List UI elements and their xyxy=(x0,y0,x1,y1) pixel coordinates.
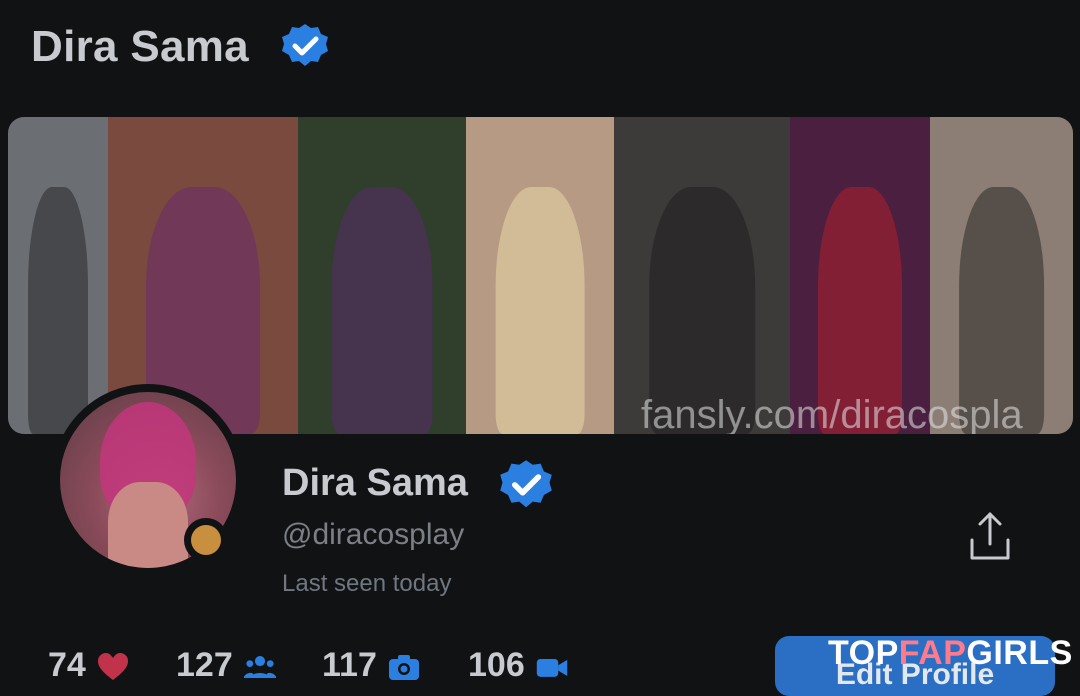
last-seen-text: Last seen today xyxy=(282,570,452,597)
banner-watermark: fansly.com/diracospla xyxy=(641,393,1023,434)
logo-part-fap: FAP xyxy=(898,634,967,672)
share-icon[interactable] xyxy=(968,510,1012,562)
stat-subscribers-count: 127 xyxy=(176,646,233,684)
stat-videos-count: 106 xyxy=(468,646,525,684)
top-bar: Dira Sama xyxy=(0,0,1080,112)
page-title: Dira Sama xyxy=(31,22,249,71)
verified-badge-icon xyxy=(500,460,552,508)
banner-panel xyxy=(8,117,108,434)
verified-badge-icon xyxy=(282,24,328,66)
status-indicator xyxy=(191,525,221,555)
stat-videos[interactable]: 106 xyxy=(468,646,569,686)
stat-likes-count: 74 xyxy=(48,646,86,684)
stat-photos-count: 117 xyxy=(322,646,377,684)
banner-panel xyxy=(930,117,1073,434)
avatar-figure xyxy=(108,482,188,568)
banner-panel xyxy=(298,117,466,434)
logo-part-top: TOP xyxy=(828,634,899,672)
profile-name: Dira Sama xyxy=(282,462,468,504)
banner-panel xyxy=(790,117,930,434)
banner-panel xyxy=(614,117,790,434)
profile-handle: @diracosplay xyxy=(282,518,465,551)
stat-subscribers[interactable]: 127 xyxy=(176,646,277,686)
site-watermark-logo: TOPFAPGIRLS xyxy=(828,634,1073,673)
logo-part-girls: GIRLS xyxy=(966,634,1073,672)
banner-panel xyxy=(466,117,614,434)
stat-photos[interactable]: 117 xyxy=(322,646,421,686)
stat-likes[interactable]: 74 xyxy=(48,646,130,686)
